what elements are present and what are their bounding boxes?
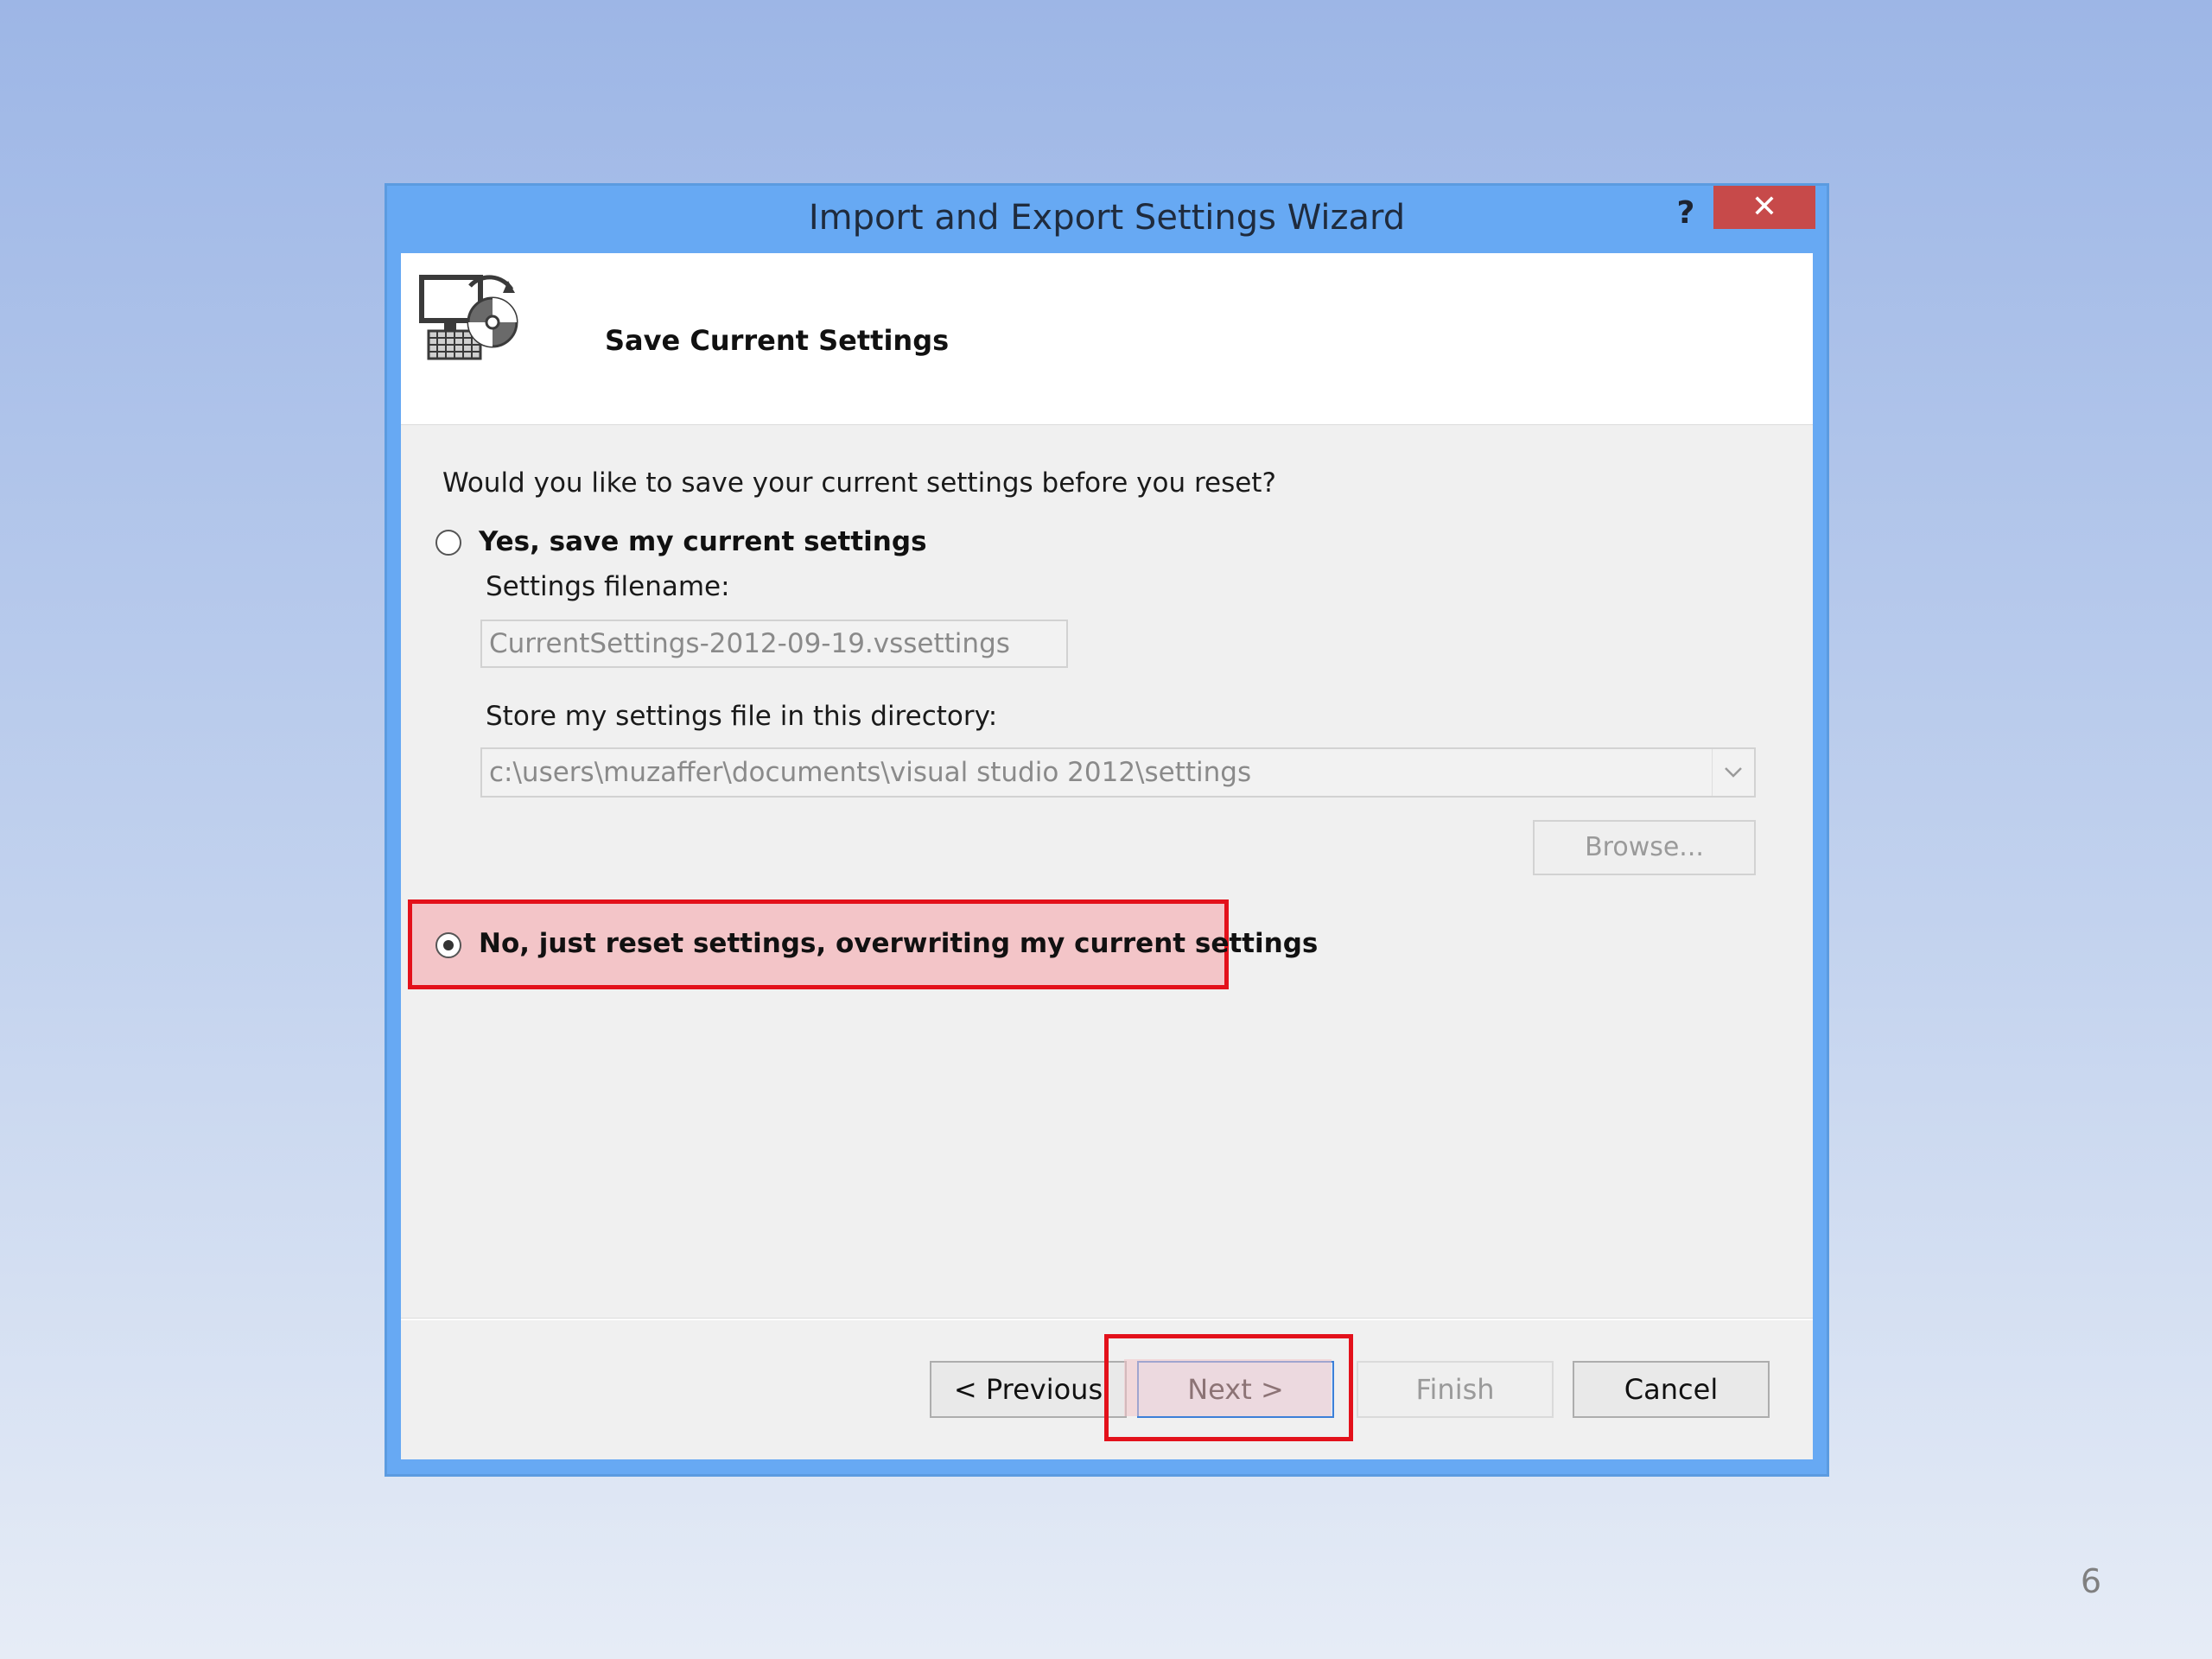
yes-save-radio[interactable]: [435, 530, 461, 556]
footer-divider: [401, 1318, 1813, 1320]
wizard-window: Import and Export Settings Wizard ? ✕ Sa…: [385, 183, 1829, 1477]
wizard-client-area: Save Current Settings Would you like to …: [401, 253, 1813, 1459]
page-title: Save Current Settings: [605, 324, 950, 357]
window-title: Import and Export Settings Wizard: [808, 198, 1406, 238]
previous-button[interactable]: < Previous: [930, 1361, 1127, 1418]
cancel-button[interactable]: Cancel: [1573, 1361, 1770, 1418]
directory-label: Store my settings file in this directory…: [486, 701, 998, 732]
filename-input[interactable]: CurrentSettings-2012-09-19.vssettings: [480, 620, 1068, 668]
help-button[interactable]: ?: [1662, 191, 1710, 236]
close-button[interactable]: ✕: [1713, 186, 1815, 229]
question-text: Would you like to save your current sett…: [442, 467, 1276, 499]
computer-settings-icon: [419, 275, 518, 360]
directory-value: c:\users\muzaffer\documents\visual studi…: [489, 757, 1252, 788]
title-bar: Import and Export Settings Wizard ? ✕: [387, 186, 1827, 253]
finish-button[interactable]: Finish: [1357, 1361, 1554, 1418]
chevron-down-icon[interactable]: [1712, 749, 1754, 796]
page-number: 6: [2080, 1562, 2102, 1600]
slide-background: { "window": { "title": "Import and Expor…: [0, 0, 2212, 1659]
directory-combobox[interactable]: c:\users\muzaffer\documents\visual studi…: [480, 747, 1756, 798]
filename-label: Settings filename:: [486, 571, 730, 602]
no-reset-radio[interactable]: [435, 932, 461, 958]
browse-button[interactable]: Browse...: [1533, 820, 1756, 875]
yes-save-label[interactable]: Yes, save my current settings: [479, 526, 927, 557]
no-reset-label[interactable]: No, just reset settings, overwriting my …: [479, 928, 1318, 959]
next-button[interactable]: Next >: [1137, 1361, 1334, 1418]
wizard-header: Save Current Settings: [401, 253, 1813, 425]
